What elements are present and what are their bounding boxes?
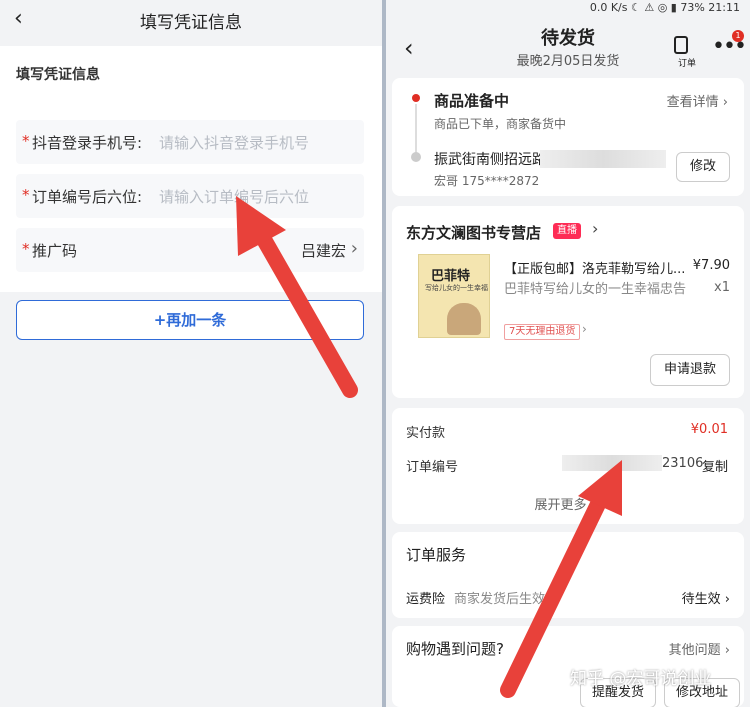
request-refund-button[interactable]: 申请退款 [650, 354, 730, 386]
book-cover-subtitle: 写给儿女的一生幸福 [425, 284, 488, 292]
product-card: 东方文澜图书专营店 直播 › 巴菲特 写给儿女的一生幸福 【正版包邮】洛克菲勒写… [392, 206, 744, 398]
product-title[interactable]: 【正版包邮】洛克菲勒写给儿... [504, 258, 690, 277]
left-page-title: 填写凭证信息 [140, 13, 242, 33]
other-questions-label: 其他问题 [668, 643, 721, 658]
status-bar: 0.0 K/s ☾ ⚠ ◎ ▮ 73% 21:11 [386, 0, 750, 16]
expand-more-label: 展开更多 [534, 498, 587, 513]
required-mark: * [22, 132, 30, 150]
payment-info-card: 实付款 ¥0.01 订单编号 23106 复制 展开更多 ⌄ [392, 408, 744, 524]
order-service-title: 订单服务 [406, 546, 467, 564]
required-mark: * [22, 240, 30, 258]
progress-state: 商品准备中 [434, 92, 510, 110]
order-number-tail: 23106 [662, 456, 704, 471]
shipping-insurance-status[interactable]: 待生效 › [682, 588, 730, 607]
order-detail-panel: 0.0 K/s ☾ ⚠ ◎ ▮ 73% 21:11 ‹ 待发货 最晚2月05日发… [386, 0, 750, 707]
phone-field-label: 抖音登录手机号: [32, 134, 143, 152]
voucher-form-card: 填写凭证信息 * 抖音登录手机号: 请输入抖音登录手机号 * 订单编号后六位: … [0, 46, 382, 292]
order-suffix-label: 订单编号后六位: [32, 188, 143, 206]
expand-more-link[interactable]: 展开更多 ⌄ [392, 494, 744, 513]
progress-line [415, 104, 417, 154]
copy-order-number-button[interactable]: 复制 [702, 456, 728, 475]
address-dot-icon [411, 152, 421, 162]
progress-desc: 商品已下单，商家备货中 [434, 117, 567, 131]
product-quantity: x1 [714, 280, 730, 295]
promo-code-field[interactable]: * 推广码 吕建宏 › [16, 228, 364, 272]
edit-address-button[interactable]: 修改 [676, 152, 730, 182]
form-section-title: 填写凭证信息 [16, 67, 100, 83]
view-details-link[interactable]: 查看详情 › [667, 91, 728, 110]
paid-label: 实付款 [406, 426, 446, 441]
order-suffix-input[interactable]: 请输入订单编号后六位 [159, 186, 309, 207]
right-nav-bar: ‹ 待发货 最晚2月05日发货 订单 ••• 1 [386, 16, 750, 72]
book-cover-title: 巴菲特 [431, 269, 471, 284]
add-another-button[interactable]: +再加一条 [16, 300, 364, 340]
screenshot-root: ‹ 填写凭证信息 填写凭证信息 * 抖音登录手机号: 请输入抖音登录手机号 * … [0, 0, 750, 707]
status-bar-text: 0.0 K/s ☾ ⚠ ◎ ▮ 73% 21:11 [589, 1, 740, 14]
view-details-label: 查看详情 [666, 95, 719, 110]
recipient-phone: 宏哥 175****2872 [434, 174, 540, 188]
other-questions-link[interactable]: 其他问题 › [669, 639, 730, 658]
delivery-address: 振武街南侧招远路 [434, 152, 546, 168]
redacted-address [540, 150, 666, 168]
left-nav-bar: ‹ 填写凭证信息 [0, 0, 382, 38]
insurance-status-label: 待生效 [681, 592, 721, 607]
shipping-insurance-desc: 商家发货后生效 [454, 592, 546, 607]
phone-input[interactable]: 请输入抖音登录手机号 [159, 132, 309, 153]
chevron-right-icon: › [592, 219, 599, 238]
notification-badge: 1 [732, 30, 744, 42]
voucher-form-panel: ‹ 填写凭证信息 填写凭证信息 * 抖音登录手机号: 请输入抖音登录手机号 * … [0, 0, 382, 707]
chevron-right-icon: › [582, 322, 587, 336]
shop-name[interactable]: 东方文澜图书专营店 [406, 222, 541, 243]
paid-amount: ¥0.01 [690, 422, 728, 437]
watermark: 知乎 @宏哥说创业 [570, 669, 712, 689]
order-icon-label: 订单 [678, 59, 697, 69]
redacted-order-number [562, 455, 662, 471]
product-price: ¥7.90 [692, 258, 730, 273]
live-badge: 直播 [553, 223, 581, 239]
shipping-insurance-label: 运费险 [406, 592, 446, 607]
help-title: 购物遇到问题? [406, 640, 504, 658]
progress-dot-icon [412, 94, 420, 102]
clipboard-icon [674, 36, 688, 54]
promo-code-value: 吕建宏 [300, 242, 346, 260]
product-subtitle: 巴菲特写给儿女的一生幸福忠告 [504, 282, 687, 297]
required-mark: * [22, 186, 30, 204]
phone-field[interactable]: * 抖音登录手机号: 请输入抖音登录手机号 [16, 120, 364, 164]
chevron-right-icon: › [350, 238, 358, 259]
order-suffix-field[interactable]: * 订单编号后六位: 请输入订单编号后六位 [16, 174, 364, 218]
return-policy-tag[interactable]: 7天无理由退货 [504, 324, 581, 340]
promo-code-label: 推广码 [32, 242, 78, 260]
portrait-image [447, 303, 481, 335]
order-number-label: 订单编号 [406, 460, 459, 475]
shipping-progress-card: 商品准备中 商品已下单，商家备货中 查看详情 › 振武街南侧招远路 宏哥 175… [392, 78, 744, 196]
order-list-icon[interactable]: 订单 [668, 36, 698, 70]
order-service-card: 订单服务 运费险 商家发货后生效 待生效 › [392, 532, 744, 618]
product-thumbnail[interactable]: 巴菲特 写给儿女的一生幸福 [418, 254, 490, 338]
